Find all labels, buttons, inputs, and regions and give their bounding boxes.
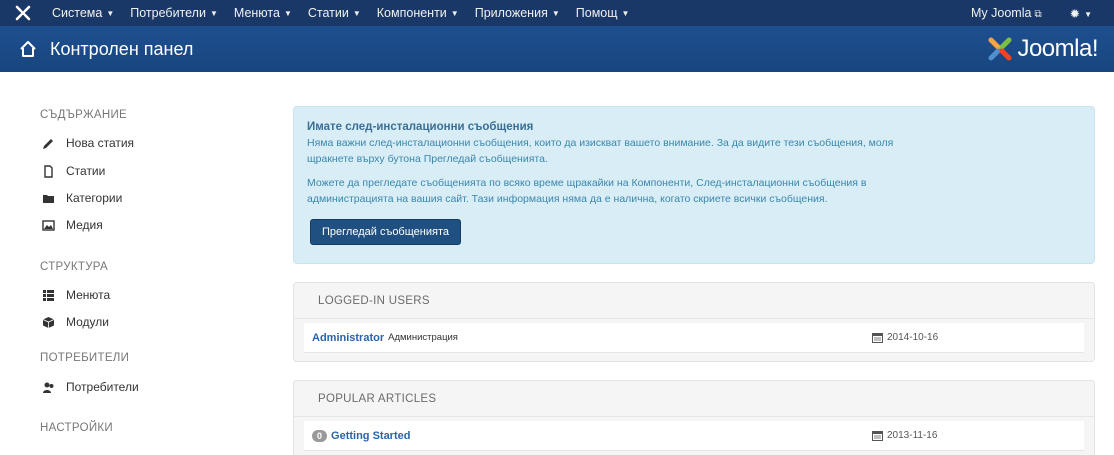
panel-title: POPULAR ARTICLES (294, 381, 1094, 417)
sidebar-heading-settings: НАСТРОЙКИ (40, 422, 113, 434)
menu-extensions[interactable]: Приложения ▼ (467, 6, 568, 20)
alert-text-line: Можете да прегледате съобщенията по всяк… (307, 177, 867, 189)
file-icon (40, 164, 56, 178)
menu-menus[interactable]: Менюта ▼ (226, 6, 300, 20)
sidebar-item-articles[interactable]: Статии (40, 164, 105, 178)
caret-down-icon: ▼ (352, 9, 361, 19)
alert-text-line: администрацията на вашия сайт. Тази инфо… (307, 193, 828, 205)
list-icon (40, 289, 56, 302)
users-icon (40, 381, 56, 394)
sidebar-item-label: Потребители (66, 380, 139, 394)
brand-text: Joomla! (1017, 35, 1098, 62)
sidebar-item-label: Категории (66, 191, 123, 205)
caret-down-icon: ▼ (621, 9, 630, 19)
navbar-right: My Joomla ⧉ ✹ ▼ (963, 6, 1114, 21)
user-name-link[interactable]: Administrator (312, 332, 384, 344)
page-header: Контролен панел Joomla! (0, 26, 1114, 72)
table-row: Administrator Администрация 2014-10-16 (304, 323, 1084, 353)
folder-icon (40, 192, 56, 205)
joomla-brand: Joomla! (987, 35, 1098, 63)
page-title: Контролен панел (50, 38, 194, 59)
sidebar-item-users[interactable]: Потребители (40, 380, 139, 394)
sidebar-item-media[interactable]: Медия (40, 218, 103, 232)
row-date: 2013-11-16 (872, 430, 937, 441)
cube-icon (40, 316, 56, 329)
menu-content[interactable]: Статии ▼ (300, 6, 369, 20)
popular-articles-panel: POPULAR ARTICLES 0 Getting Started 2013-… (293, 380, 1095, 455)
joomla-x-icon[interactable] (10, 5, 36, 21)
alert-text-line: Няма важни след-инсталационни съобщения,… (307, 137, 894, 149)
sidebar: СЪДЪРЖАНИЕ Нова статия Статии Категории … (0, 72, 280, 455)
site-link[interactable]: My Joomla ⧉ (963, 6, 1050, 20)
date-value: 2013-11-16 (887, 430, 938, 441)
caret-down-icon: ▼ (1084, 9, 1092, 19)
sidebar-item-categories[interactable]: Категории (40, 191, 122, 205)
top-navbar: Система ▼ Потребители ▼ Менюта ▼ Статии ▼ Ко… (0, 0, 1114, 26)
sidebar-item-new-article[interactable]: Нова статия (40, 136, 134, 150)
sidebar-item-label: Нова статия (66, 136, 135, 150)
row-date: 2014-10-16 (872, 332, 938, 343)
caret-down-icon: ▼ (209, 9, 218, 19)
review-messages-button[interactable]: Прегледай съобщенията (310, 219, 461, 245)
calendar-icon (872, 333, 883, 343)
sidebar-item-label: Модули (66, 315, 109, 329)
sidebar-heading-users: ПОТРЕБИТЕЛИ (40, 352, 130, 364)
calendar-icon (872, 431, 883, 441)
article-title-link[interactable]: Getting Started (331, 430, 410, 442)
main-menu: Система ▼ Потребители ▼ Менюта ▼ Статии ▼ Ко… (44, 6, 637, 20)
menu-users[interactable]: Потребители ▼ (122, 6, 226, 20)
external-link-icon: ⧉ (1034, 9, 1042, 20)
post-install-alert: Имате след-инсталационни съобщения Няма … (293, 106, 1095, 264)
menu-system[interactable]: Система ▼ (44, 6, 122, 20)
alert-title: Имате след-инсталационни съобщения (307, 121, 534, 133)
sidebar-item-label: Медия (66, 218, 103, 232)
caret-down-icon: ▼ (551, 9, 560, 19)
sidebar-item-label: Статии (66, 164, 106, 178)
caret-down-icon: ▼ (283, 9, 292, 19)
sidebar-item-modules[interactable]: Модули (40, 315, 109, 329)
hits-badge: 0 (312, 429, 328, 442)
caret-down-icon: ▼ (450, 9, 459, 19)
joomla-logo-icon (988, 37, 1012, 61)
logged-in-users-panel: LOGGED-IN USERS Administrator Администра… (293, 282, 1095, 362)
gear-icon: ✹ (1069, 6, 1081, 21)
menu-help[interactable]: Помощ ▼ (568, 6, 638, 20)
menu-components[interactable]: Компоненти ▼ (369, 6, 467, 20)
settings-dropdown[interactable]: ✹ ▼ (1062, 6, 1100, 21)
user-role: Администрация (388, 332, 458, 343)
date-value: 2014-10-16 (887, 332, 939, 343)
table-row: 0 Getting Started 2013-11-16 (304, 421, 1084, 451)
sidebar-item-menus[interactable]: Менюта (40, 288, 110, 302)
alert-text-line: щракнете върху бутона Прегледай съобщени… (307, 153, 548, 165)
caret-down-icon: ▼ (106, 9, 115, 19)
sidebar-heading-content: СЪДЪРЖАНИЕ (40, 109, 127, 121)
sidebar-heading-structure: СТРУКТУРА (40, 261, 108, 273)
home-icon (20, 41, 36, 57)
pencil-icon (40, 137, 56, 150)
panel-title: LOGGED-IN USERS (294, 283, 1094, 319)
sidebar-item-label: Менюта (66, 288, 111, 302)
image-icon (40, 219, 56, 232)
